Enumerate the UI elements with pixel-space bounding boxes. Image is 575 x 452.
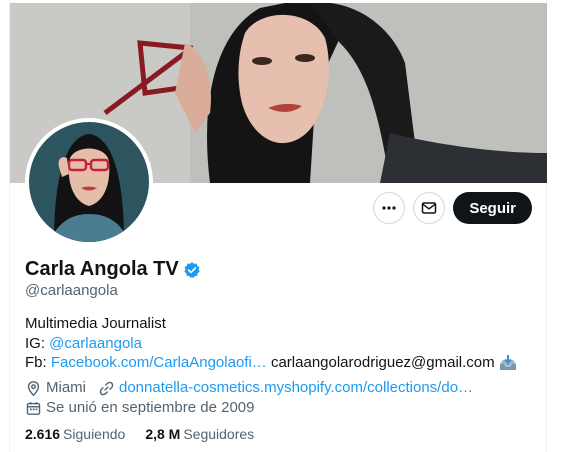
follow-stats: 2.616 Siguiendo 2,8 M Seguidores	[25, 426, 254, 442]
following-label: Siguiendo	[63, 426, 126, 442]
followers-stat[interactable]: 2,8 M Seguidores	[145, 426, 254, 442]
followers-label: Seguidores	[183, 426, 255, 442]
envelope-icon	[422, 202, 437, 214]
verified-badge-icon[interactable]	[183, 261, 201, 279]
joined-text: Se unió en septiembre de 2009	[46, 399, 255, 416]
bio-ig-link[interactable]: @carlaangola	[49, 335, 142, 352]
link-icon	[99, 381, 114, 395]
bio-fb-link[interactable]: Facebook.com/CarlaAngolaofi…	[51, 353, 267, 373]
website-item: donnatella-cosmetics.myshopify.com/colle…	[98, 378, 473, 398]
profile-avatar[interactable]	[25, 118, 153, 246]
profile-card: Seguir Carla Angola TV @carlaangola Mult…	[9, 0, 547, 452]
bio-email: carlaangolarodriguez@gmail.com	[266, 354, 499, 371]
calendar-icon	[26, 401, 41, 415]
more-dots-icon	[382, 206, 396, 210]
message-button[interactable]	[413, 192, 446, 224]
location-pin-icon	[27, 380, 40, 396]
followers-count: 2,8 M	[145, 426, 181, 442]
joined-item: Se unió en septiembre de 2009	[25, 398, 254, 418]
website-link[interactable]: donnatella-cosmetics.myshopify.com/colle…	[119, 378, 473, 398]
bio-line-fb: Fb: Facebook.com/CarlaAngolaofi… carlaan…	[25, 353, 540, 373]
bio-ig-prefix: IG:	[25, 334, 50, 352]
profile-actions: Seguir	[373, 192, 532, 224]
bio-line-title: Multimedia Journalist	[25, 315, 166, 332]
location-item: Miami	[25, 378, 86, 398]
user-handle: @carlaangola	[25, 282, 118, 299]
inbox-tray-icon	[499, 354, 516, 370]
following-count: 2.616	[25, 426, 61, 442]
profile-bio: Multimedia Journalist IG: @carlaangola F…	[25, 314, 540, 373]
follow-button[interactable]: Seguir	[453, 192, 532, 224]
location-text: Miami	[46, 379, 86, 396]
bio-fb-prefix: Fb:	[25, 354, 51, 371]
more-options-button[interactable]	[373, 192, 406, 224]
bio-line-ig: IG: @carlaangola	[25, 334, 540, 354]
profile-meta: Miami donnatella-cosmetics.myshopify.com…	[25, 378, 485, 418]
display-name: Carla Angola TV	[25, 258, 179, 280]
display-name-row: Carla Angola TV	[25, 258, 201, 281]
following-stat[interactable]: 2.616 Siguiendo	[25, 426, 125, 442]
